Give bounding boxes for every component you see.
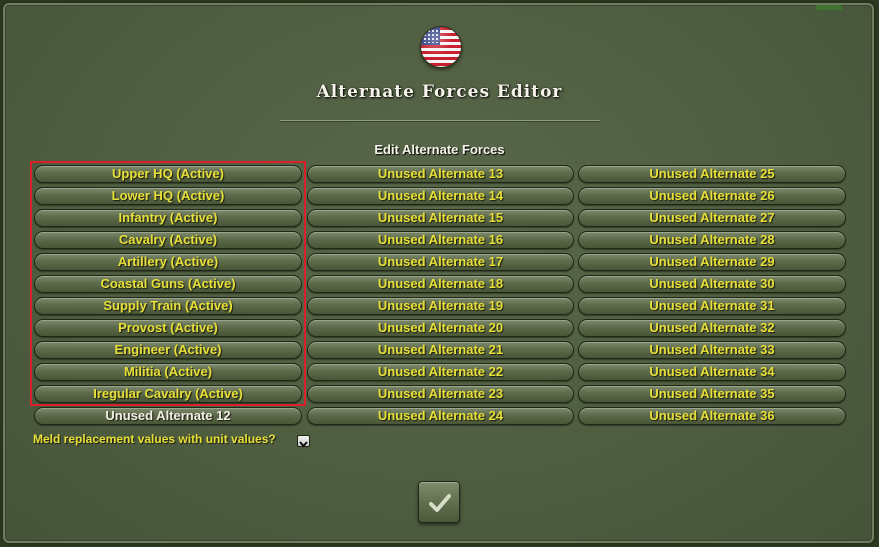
force-button[interactable]: Unused Alternate 25: [578, 165, 846, 183]
force-button[interactable]: Unused Alternate 14: [307, 187, 574, 205]
force-button[interactable]: Unused Alternate 28: [578, 231, 846, 249]
force-button[interactable]: Unused Alternate 18: [307, 275, 574, 293]
meld-checkbox[interactable]: [297, 435, 310, 448]
force-button[interactable]: Unused Alternate 12: [34, 407, 302, 425]
force-button[interactable]: Artillery (Active): [34, 253, 302, 271]
checkmark-icon: [429, 494, 451, 512]
us-flag-icon: [420, 26, 462, 68]
force-button[interactable]: Lower HQ (Active): [34, 187, 302, 205]
force-button[interactable]: Infantry (Active): [34, 209, 302, 227]
dialog-title: Alternate Forces Editor: [316, 82, 563, 102]
force-button[interactable]: Unused Alternate 19: [307, 297, 574, 315]
force-button[interactable]: Unused Alternate 36: [578, 407, 846, 425]
force-button[interactable]: Unused Alternate 35: [578, 385, 846, 403]
force-button[interactable]: Upper HQ (Active): [34, 165, 302, 183]
force-button[interactable]: Unused Alternate 17: [307, 253, 574, 271]
force-button[interactable]: Unused Alternate 33: [578, 341, 846, 359]
force-button[interactable]: Unused Alternate 27: [578, 209, 846, 227]
force-button[interactable]: Militia (Active): [34, 363, 302, 381]
force-button[interactable]: Unused Alternate 26: [578, 187, 846, 205]
confirm-button[interactable]: [418, 481, 460, 523]
force-button[interactable]: Supply Train (Active): [34, 297, 302, 315]
force-button[interactable]: Unused Alternate 21: [307, 341, 574, 359]
force-button[interactable]: Unused Alternate 30: [578, 275, 846, 293]
force-button[interactable]: Unused Alternate 24: [307, 407, 574, 425]
force-button[interactable]: Unused Alternate 20: [307, 319, 574, 337]
force-button[interactable]: Unused Alternate 16: [307, 231, 574, 249]
title-divider: [280, 120, 600, 122]
chevron-down-icon: [299, 441, 308, 448]
force-button[interactable]: Iregular Cavalry (Active): [34, 385, 302, 403]
force-button[interactable]: Unused Alternate 22: [307, 363, 574, 381]
force-button[interactable]: Unused Alternate 13: [307, 165, 574, 183]
force-button[interactable]: Unused Alternate 15: [307, 209, 574, 227]
force-button[interactable]: Provost (Active): [34, 319, 302, 337]
force-button[interactable]: Coastal Guns (Active): [34, 275, 302, 293]
force-button[interactable]: Unused Alternate 31: [578, 297, 846, 315]
force-button[interactable]: Unused Alternate 34: [578, 363, 846, 381]
force-button[interactable]: Unused Alternate 29: [578, 253, 846, 271]
section-label: Edit Alternate Forces: [374, 142, 505, 157]
force-button[interactable]: Cavalry (Active): [34, 231, 302, 249]
meld-option-label: Meld replacement values with unit values…: [33, 432, 276, 446]
force-button[interactable]: Unused Alternate 32: [578, 319, 846, 337]
force-button[interactable]: Unused Alternate 23: [307, 385, 574, 403]
window-edge-decoration: [816, 5, 842, 10]
force-button[interactable]: Engineer (Active): [34, 341, 302, 359]
